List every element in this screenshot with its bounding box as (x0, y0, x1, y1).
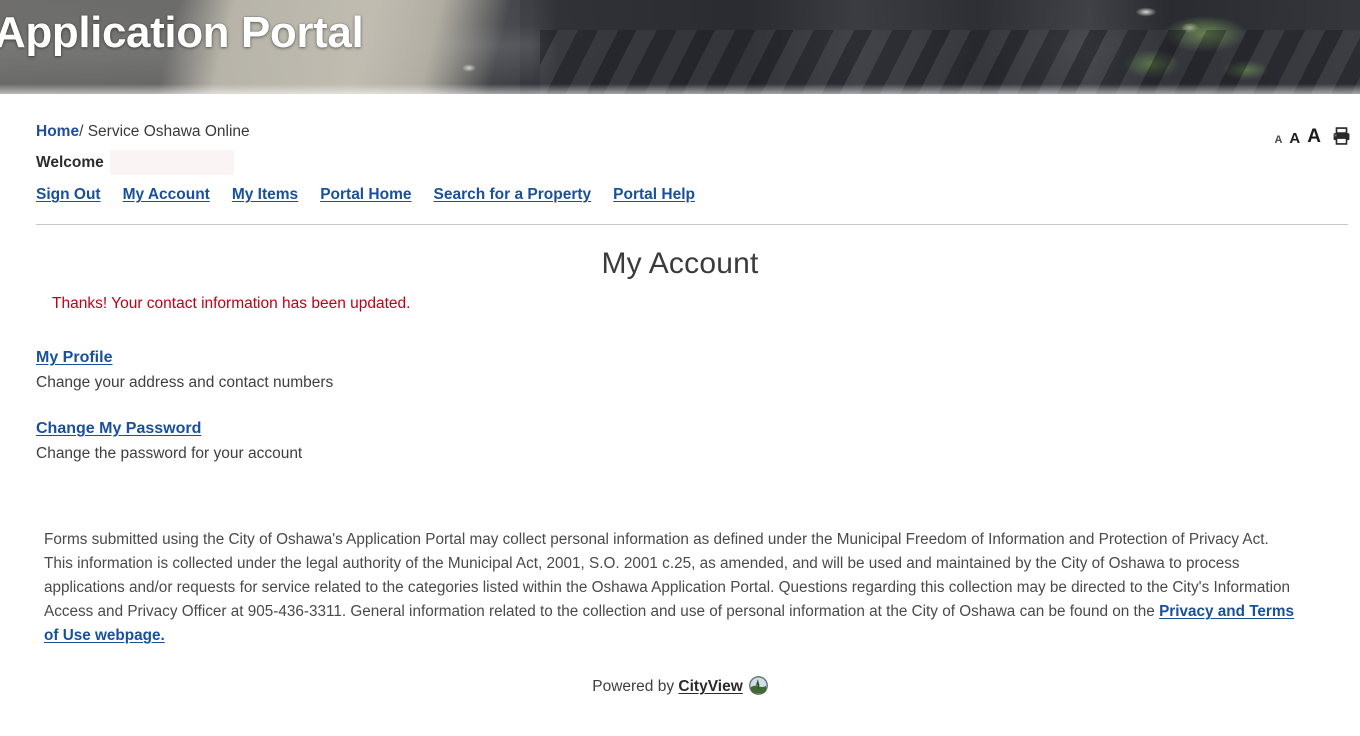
account-option-my-profile: My Profile Change your address and conta… (36, 347, 1360, 394)
banner-bottom-fade (0, 84, 1360, 94)
my-profile-description: Change your address and contact numbers (36, 374, 334, 391)
nav-link-portal-help[interactable]: Portal Help (613, 186, 695, 203)
nav-link-sign-out[interactable]: Sign Out (36, 186, 101, 203)
flash-message: Thanks! Your contact information has bee… (52, 295, 411, 312)
welcome-row: Welcome (0, 150, 1360, 182)
powered-by-label: Powered by (592, 678, 675, 695)
breadcrumb-home-link[interactable]: Home (36, 123, 79, 140)
account-option-change-password: Change My Password Change the password f… (36, 418, 1360, 465)
nav-link-my-account[interactable]: My Account (123, 186, 210, 203)
breadcrumb-separator: / (79, 123, 84, 140)
site-title: Application Portal (0, 8, 364, 57)
font-size-large-button[interactable]: A (1307, 127, 1321, 146)
nav-link-portal-home[interactable]: Portal Home (320, 186, 411, 203)
page-container: Home/ Service Oshawa Online A A A Welcom… (0, 94, 1360, 698)
cityview-globe-icon (748, 676, 768, 695)
change-my-password-description: Change the password for your account (36, 445, 303, 462)
font-size-medium-button[interactable]: A (1289, 131, 1300, 146)
page-tools: A A A (1274, 118, 1352, 146)
breadcrumb-current-page: Service Oshawa Online (87, 123, 250, 140)
privacy-notice: Forms submitted using the City of Oshawa… (44, 528, 1300, 648)
nav-link-search-for-a-property[interactable]: Search for a Property (434, 186, 592, 203)
welcome-user-name (110, 150, 234, 175)
page-title: My Account (601, 247, 759, 280)
font-size-small-button[interactable]: A (1274, 135, 1282, 146)
my-profile-link[interactable]: My Profile (36, 347, 112, 369)
welcome-label: Welcome (36, 154, 104, 171)
privacy-notice-text: Forms submitted using the City of Oshawa… (44, 531, 1291, 620)
main-content: My Account Thanks! Your contact informat… (0, 225, 1360, 698)
change-my-password-link[interactable]: Change My Password (36, 418, 201, 440)
breadcrumb: Home/ Service Oshawa Online (36, 121, 250, 143)
top-utility-row: Home/ Service Oshawa Online A A A (0, 94, 1360, 146)
footer: Powered by CityView (0, 676, 1360, 698)
account-options-list: My Profile Change your address and conta… (0, 347, 1360, 465)
print-icon[interactable] (1331, 126, 1352, 146)
nav-link-my-items[interactable]: My Items (232, 186, 298, 203)
site-banner: Application Portal (0, 0, 1360, 94)
portal-nav: Sign Out My Account My Items Portal Home Sea… (0, 184, 1360, 212)
cityview-link[interactable]: CityView (678, 678, 742, 695)
